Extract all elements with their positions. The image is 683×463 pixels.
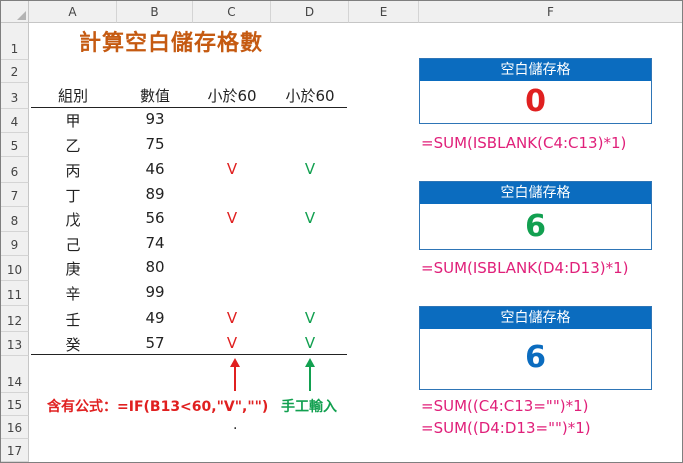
cell-group[interactable]: 辛 xyxy=(29,283,117,304)
cell-group[interactable]: 庚 xyxy=(29,258,117,279)
formula-note: 含有公式：=IF(B13<60,"V","") xyxy=(47,399,269,415)
cell-group[interactable]: 癸 xyxy=(29,334,117,355)
column-header-f[interactable]: F xyxy=(419,1,682,23)
card-value: 0 xyxy=(525,84,546,119)
cell-d[interactable]: V xyxy=(271,209,349,227)
cell-value[interactable]: 74 xyxy=(117,234,193,252)
cell-c[interactable]: V xyxy=(193,160,271,178)
row-header-9[interactable]: 9 xyxy=(1,232,29,256)
header-group: 組別 xyxy=(57,87,88,105)
cell-group[interactable]: 乙 xyxy=(29,135,117,156)
cell-value[interactable]: 89 xyxy=(117,185,193,203)
cell-group[interactable]: 丁 xyxy=(29,185,117,206)
cell-value[interactable]: 49 xyxy=(117,309,193,327)
green-up-arrow-icon xyxy=(305,358,315,391)
card-value: 6 xyxy=(525,209,546,244)
card-title: 空白儲存格 xyxy=(420,59,651,81)
select-all-corner[interactable] xyxy=(1,1,29,23)
row-header-14[interactable]: 14 xyxy=(1,356,29,393)
row-header-8[interactable]: 8 xyxy=(1,207,29,232)
header-value: 數值 xyxy=(139,87,170,105)
row-header-16[interactable]: 16 xyxy=(1,416,29,439)
cell-group[interactable]: 戊 xyxy=(29,209,117,230)
table-top-border xyxy=(31,107,347,108)
column-header-a[interactable]: A xyxy=(29,1,117,23)
cell-d[interactable]: V xyxy=(271,160,349,178)
cell-value[interactable]: 46 xyxy=(117,160,193,178)
column-header-c[interactable]: C xyxy=(193,1,271,23)
card-3-formula-c: =SUM((C4:C13="")*1) xyxy=(421,397,589,415)
select-all-triangle-icon xyxy=(17,11,26,20)
row-header-3[interactable]: 3 xyxy=(1,83,29,109)
card-3-formula-d: =SUM((D4:D13="")*1) xyxy=(421,419,591,437)
cell-c[interactable]: V xyxy=(193,209,271,227)
row-header-1[interactable]: 1 xyxy=(1,23,29,60)
column-header-e[interactable]: E xyxy=(349,1,419,23)
red-up-arrow-icon xyxy=(230,358,240,391)
cell-value[interactable]: 80 xyxy=(117,258,193,276)
blank-count-card-3: 空白儲存格 6 xyxy=(419,306,652,390)
spreadsheet-window: A B C D E F 1 2 3 4 5 6 7 8 9 10 11 12 1… xyxy=(0,0,683,463)
card-title: 空白儲存格 xyxy=(420,182,651,204)
manual-input-note: 手工輸入 xyxy=(281,399,337,415)
row-header-11[interactable]: 11 xyxy=(1,281,29,306)
cell-d[interactable]: V xyxy=(271,309,349,327)
row-header-13[interactable]: 13 xyxy=(1,332,29,356)
row-header-17[interactable]: 17 xyxy=(1,439,29,462)
cell-value[interactable]: 57 xyxy=(117,334,193,352)
card-title: 空白儲存格 xyxy=(420,307,651,329)
row-header-4[interactable]: 4 xyxy=(1,109,29,133)
cell-group[interactable]: 壬 xyxy=(29,309,117,330)
cell-c[interactable]: V xyxy=(193,309,271,327)
sheet-title: 計算空白儲存格數 xyxy=(79,31,264,56)
row-header-7[interactable]: 7 xyxy=(1,183,29,207)
cell-group[interactable]: 己 xyxy=(29,234,117,255)
row-header-2[interactable]: 2 xyxy=(1,60,29,83)
blank-count-card-1: 空白儲存格 0 xyxy=(419,58,652,124)
cell-group[interactable]: 丙 xyxy=(29,160,117,181)
row-header-5[interactable]: 5 xyxy=(1,133,29,157)
stray-dot: . xyxy=(233,417,238,433)
cell-c[interactable]: V xyxy=(193,334,271,352)
card-value: 6 xyxy=(525,340,546,375)
row-header-15[interactable]: 15 xyxy=(1,393,29,416)
card-2-formula: =SUM(ISBLANK(D4:D13)*1) xyxy=(421,259,629,277)
column-header-d[interactable]: D xyxy=(271,1,349,23)
column-header-b[interactable]: B xyxy=(117,1,193,23)
row-header-6[interactable]: 6 xyxy=(1,157,29,183)
cell-value[interactable]: 56 xyxy=(117,209,193,227)
card-1-formula: =SUM(ISBLANK(C4:C13)*1) xyxy=(421,134,627,152)
cell-value[interactable]: 93 xyxy=(117,110,193,128)
cell-value[interactable]: 99 xyxy=(117,283,193,301)
blank-count-card-2: 空白儲存格 6 xyxy=(419,181,652,250)
cell-group[interactable]: 甲 xyxy=(29,110,117,131)
row-header-10[interactable]: 10 xyxy=(1,256,29,281)
cell-d[interactable]: V xyxy=(271,334,349,352)
cell-value[interactable]: 75 xyxy=(117,135,193,153)
header-below60-c: 小於60 xyxy=(207,87,257,105)
row-header-12[interactable]: 12 xyxy=(1,306,29,332)
header-below60-d: 小於60 xyxy=(285,87,335,105)
